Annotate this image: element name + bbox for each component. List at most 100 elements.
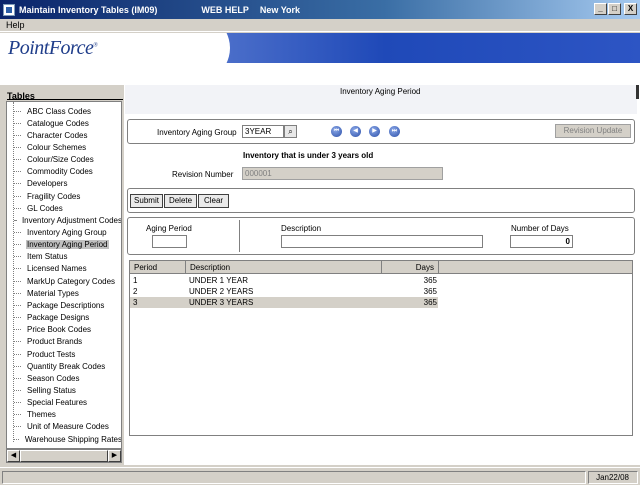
sidebar-item-item-status[interactable]: Item Status <box>7 251 121 263</box>
cell-period: 2 <box>133 287 138 296</box>
scroll-right-icon[interactable]: ▶ <box>108 450 121 462</box>
sidebar-item-quantity-break-codes[interactable]: Quantity Break Codes <box>7 360 121 372</box>
sidebar-item-licensed-names[interactable]: Licensed Names <box>7 263 121 275</box>
sidebar-item-developers[interactable]: Developers <box>7 178 121 190</box>
scroll-thumb[interactable] <box>20 450 108 462</box>
sidebar-item-label: Quantity Break Codes <box>27 361 106 371</box>
cell-description: UNDER 1 YEAR <box>189 276 248 285</box>
tree-connector <box>14 244 21 246</box>
table-row[interactable]: 2 UNDER 2 YEARS 365 <box>130 286 438 297</box>
tree-connector <box>14 292 21 294</box>
tree-horizontal-scrollbar[interactable]: ◀ ▶ <box>6 449 122 463</box>
sidebar-item-gl-codes[interactable]: GL Codes <box>7 202 121 214</box>
first-record-icon[interactable]: ⏮ <box>331 126 342 137</box>
table-row[interactable]: 1 UNDER 1 YEAR 365 <box>130 275 438 286</box>
previous-record-icon[interactable]: ◀ <box>350 126 361 137</box>
scroll-left-icon[interactable]: ◀ <box>7 450 20 462</box>
table-row-selected[interactable]: 3 UNDER 3 YEARS 365 <box>130 297 438 308</box>
sidebar-item-inventory-adjustment-codes[interactable]: Inventory Adjustment Codes <box>7 214 122 226</box>
sidebar-item-label: Package Designs <box>27 313 90 323</box>
delete-button[interactable]: Delete <box>164 194 197 208</box>
aging-period-label: Aging Period <box>146 224 192 233</box>
aging-group-field[interactable]: 3YEAR <box>242 125 284 138</box>
sidebar-item-label: Product Tests <box>27 349 76 359</box>
cell-period: 3 <box>133 298 138 307</box>
submit-button[interactable]: Submit <box>130 194 163 208</box>
minimize-button[interactable]: _ <box>594 3 607 15</box>
sidebar-item-commodity-codes[interactable]: Commodity Codes <box>7 166 121 178</box>
status-message <box>2 471 586 484</box>
brand-banner: PointForce® <box>0 33 640 63</box>
sidebar-item-abc-class-codes[interactable]: ABC Class Codes <box>7 105 121 117</box>
sidebar-item-selling-status[interactable]: Selling Status <box>7 384 121 396</box>
app-icon <box>3 3 15 16</box>
sidebar-item-label: Character Codes <box>27 130 88 140</box>
sidebar-item-label: Inventory Aging Period <box>26 240 109 250</box>
sidebar-item-fragility-codes[interactable]: Fragility Codes <box>7 190 121 202</box>
tree-connector <box>14 268 21 270</box>
sidebar-item-catalogue-codes[interactable]: Catalogue Codes <box>7 117 121 129</box>
sidebar-item-colour-schemes[interactable]: Colour Schemes <box>7 141 121 153</box>
sidebar-item-label: Developers <box>27 179 68 189</box>
tree-connector <box>14 219 16 221</box>
maximize-button[interactable]: □ <box>608 3 621 15</box>
cell-description: UNDER 2 YEARS <box>189 287 254 296</box>
page-title: Inventory Aging Period <box>340 87 421 96</box>
cell-days: 365 <box>423 298 437 307</box>
window-title: Maintain Inventory Tables (IM09) <box>19 4 158 15</box>
sidebar-item-label: Commodity Codes <box>27 167 93 177</box>
sidebar-item-label: Inventory Adjustment Codes <box>21 215 122 225</box>
tree-connector <box>14 171 21 173</box>
clear-button[interactable]: Clear <box>198 194 229 208</box>
sidebar-item-label: Price Book Codes <box>27 325 92 335</box>
sidebar-item-label: Unit of Measure Codes <box>27 422 109 432</box>
sidebar-item-label: GL Codes <box>27 203 63 213</box>
tree-connector <box>14 304 21 306</box>
column-header-days[interactable]: Days <box>382 261 439 274</box>
revision-number-label: Revision Number <box>172 170 234 179</box>
close-button[interactable]: X <box>624 3 637 15</box>
sidebar-item-product-tests[interactable]: Product Tests <box>7 348 121 360</box>
sidebar-item-themes[interactable]: Themes <box>7 409 121 421</box>
tree-connector <box>14 134 21 136</box>
tree-connector <box>14 426 21 428</box>
tables-tree[interactable]: ABC Class Codes Catalogue Codes Character … <box>6 101 122 449</box>
sidebar-item-label: Item Status <box>27 252 68 262</box>
last-record-icon[interactable]: ⏭ <box>389 126 400 137</box>
sidebar-item-special-features[interactable]: Special Features <box>7 397 121 409</box>
sidebar-item-label: Special Features <box>27 398 88 408</box>
sidebar-item-warehouse-shipping-rates[interactable]: Warehouse Shipping Rates <box>7 433 122 445</box>
sidebar-item-package-descriptions[interactable]: Package Descriptions <box>7 299 121 311</box>
tree-connector <box>14 146 21 148</box>
number-of-days-field[interactable]: 0 <box>510 235 573 248</box>
revision-update-button[interactable]: Revision Update <box>555 124 631 138</box>
sidebar-item-package-designs[interactable]: Package Designs <box>7 312 121 324</box>
menu-help[interactable]: Help <box>6 20 25 30</box>
aging-period-field[interactable] <box>152 235 187 248</box>
sidebar-item-label: Warehouse Shipping Rates <box>24 434 122 444</box>
sidebar-item-unit-of-measure-codes[interactable]: Unit of Measure Codes <box>7 421 121 433</box>
next-record-icon[interactable]: ▶ <box>369 126 380 137</box>
tree-connector <box>14 438 19 440</box>
sidebar-item-character-codes[interactable]: Character Codes <box>7 129 121 141</box>
sidebar-item-label: Fragility Codes <box>27 191 81 201</box>
column-header-description[interactable]: Description <box>186 261 382 274</box>
sidebar-item-product-brands[interactable]: Product Brands <box>7 336 121 348</box>
column-header-period[interactable]: Period <box>130 261 186 274</box>
status-bar: Jan22/08 <box>0 467 640 485</box>
tree-connector <box>14 317 21 319</box>
sidebar-item-season-codes[interactable]: Season Codes <box>7 372 121 384</box>
sidebar-item-inventory-aging-group[interactable]: Inventory Aging Group <box>7 227 121 239</box>
web-help-link[interactable]: WEB HELP <box>201 5 249 15</box>
cell-period: 1 <box>133 276 138 285</box>
sidebar-item-colour-size-codes[interactable]: Colour/Size Codes <box>7 154 121 166</box>
menu-bar: Help <box>0 19 640 32</box>
cell-description: UNDER 3 YEARS <box>189 298 254 307</box>
sidebar-item-material-types[interactable]: Material Types <box>7 287 121 299</box>
sidebar-item-price-book-codes[interactable]: Price Book Codes <box>7 324 121 336</box>
sidebar-item-inventory-aging-period[interactable]: Inventory Aging Period <box>7 239 121 251</box>
sidebar-item-markup-category-codes[interactable]: MarkUp Category Codes <box>7 275 121 287</box>
search-icon[interactable]: ⌕ <box>284 125 297 138</box>
group-description: Inventory that is under 3 years old <box>243 151 374 160</box>
description-field[interactable] <box>281 235 483 248</box>
